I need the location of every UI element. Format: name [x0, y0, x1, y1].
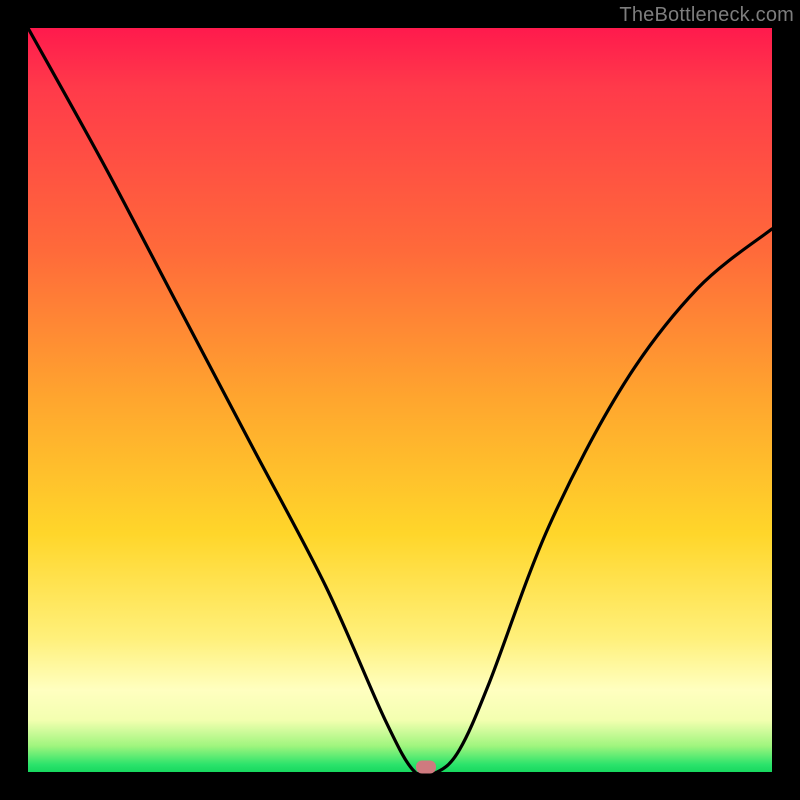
bottleneck-curve [28, 28, 772, 772]
chart-frame: TheBottleneck.com [0, 0, 800, 800]
minimum-marker [416, 761, 436, 774]
plot-area [28, 28, 772, 772]
watermark-text: TheBottleneck.com [619, 4, 794, 27]
